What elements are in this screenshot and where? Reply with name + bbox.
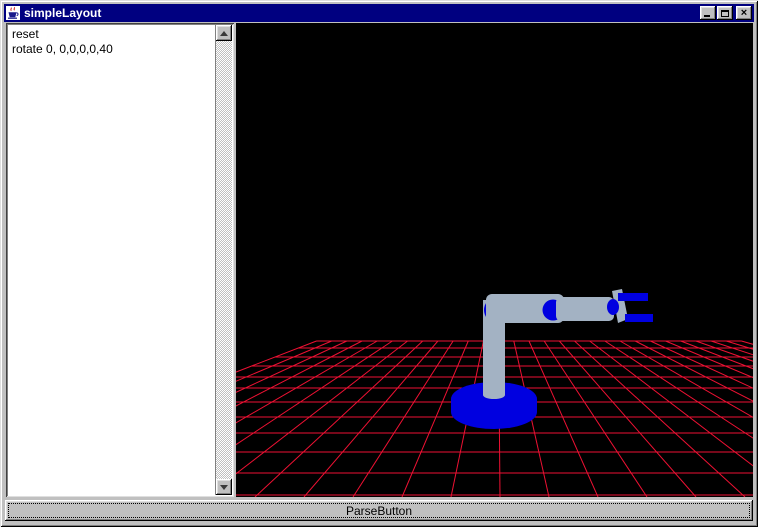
titlebar-buttons: × (699, 6, 752, 20)
maximize-button[interactable] (717, 6, 733, 20)
minimize-icon (704, 15, 710, 17)
scrollbar-track[interactable] (216, 41, 232, 479)
command-line-2: rotate 0, 0,0,0,0,40 (12, 42, 214, 57)
minimize-button[interactable] (700, 6, 716, 20)
robot-arm-vertical-cap (483, 391, 505, 399)
titlebar[interactable]: simpleLayout × (4, 4, 754, 22)
scroll-up-button[interactable] (216, 25, 232, 41)
window-title: simpleLayout (24, 4, 101, 22)
canvas-3d[interactable] (236, 23, 753, 497)
java-icon (6, 6, 20, 20)
robot-arm-forearm (556, 297, 614, 321)
parse-button-label: ParseButton (346, 504, 412, 518)
vertical-scrollbar[interactable] (215, 25, 232, 495)
scroll-down-button[interactable] (216, 479, 232, 495)
close-button[interactable]: × (736, 6, 752, 20)
app-window: simpleLayout × reset rotate 0, 0,0,0,0,4… (0, 0, 758, 527)
parse-button[interactable]: ParseButton (5, 500, 753, 521)
command-line-1: reset (12, 27, 214, 42)
close-icon: × (741, 8, 747, 18)
gripper-finger-top (618, 293, 648, 301)
gripper-finger-bottom (625, 314, 653, 322)
triangle-up-icon (220, 31, 228, 36)
wrist-joint (607, 299, 619, 315)
command-text[interactable]: reset rotate 0, 0,0,0,0,40 (8, 25, 214, 495)
robot-scene (236, 23, 753, 497)
maximize-icon (721, 10, 729, 17)
triangle-down-icon (220, 485, 228, 490)
robot-arm (451, 289, 653, 429)
command-textarea[interactable]: reset rotate 0, 0,0,0,0,40 (6, 23, 234, 497)
